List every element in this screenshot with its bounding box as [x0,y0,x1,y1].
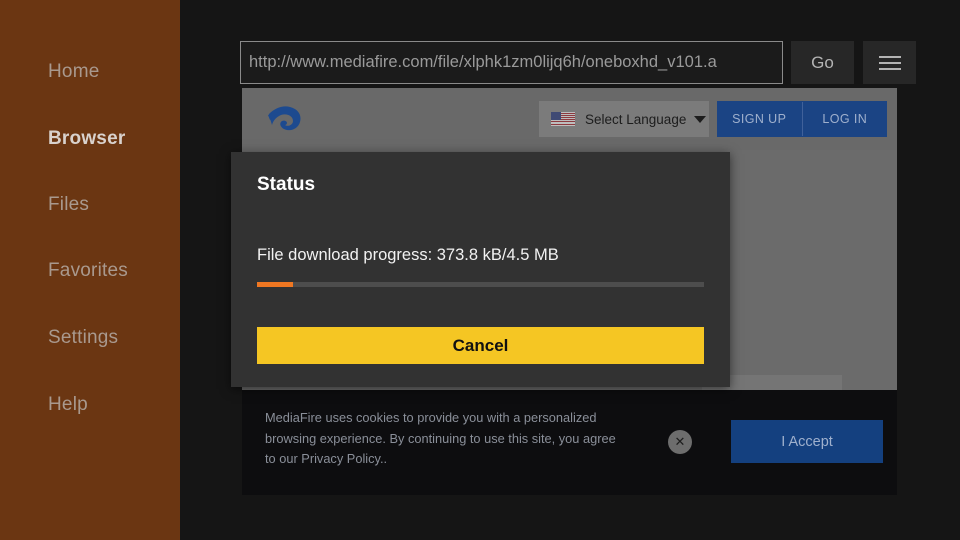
dialog-title: Status [257,174,316,195]
sidebar-item-files[interactable]: Files [48,194,89,216]
sidebar: Home Browser Files Favorites Settings He… [0,0,180,540]
download-progress-bar [257,282,704,287]
language-selector[interactable]: Select Language [539,101,709,137]
sidebar-item-help[interactable]: Help [48,394,88,416]
sidebar-item-favorites[interactable]: Favorites [48,260,128,282]
site-header: Select Language SIGN UP LOG IN [242,88,897,150]
sign-up-button[interactable]: SIGN UP [717,101,802,137]
download-progress-label: File download progress: 373.8 kB/4.5 MB [257,246,559,264]
go-button[interactable]: Go [791,41,854,84]
address-bar-row: http://www.mediafire.com/file/xlphk1zm0l… [240,41,957,84]
status-dialog: Status File download progress: 373.8 kB/… [231,152,730,387]
cookie-accept-button[interactable]: I Accept [731,420,883,463]
download-progress-fill [257,282,293,287]
us-flag-icon [551,112,575,126]
auth-button-group: SIGN UP LOG IN [717,101,887,137]
mediafire-flame-logo [268,106,301,131]
cookie-banner: MediaFire uses cookies to provide you wi… [242,390,897,495]
sidebar-item-home[interactable]: Home [48,61,99,83]
cancel-button[interactable]: Cancel [257,327,704,364]
sidebar-item-browser[interactable]: Browser [48,128,125,150]
url-input[interactable]: http://www.mediafire.com/file/xlphk1zm0l… [240,41,783,84]
language-label: Select Language [585,111,687,127]
sidebar-item-settings[interactable]: Settings [48,327,118,349]
close-icon[interactable]: ✕ [668,430,692,454]
log-in-button[interactable]: LOG IN [803,101,888,137]
hamburger-menu-icon[interactable] [863,41,916,84]
chevron-down-icon [694,115,707,123]
cookie-banner-text: MediaFire uses cookies to provide you wi… [265,410,616,466]
hamburger-bars [878,52,901,74]
